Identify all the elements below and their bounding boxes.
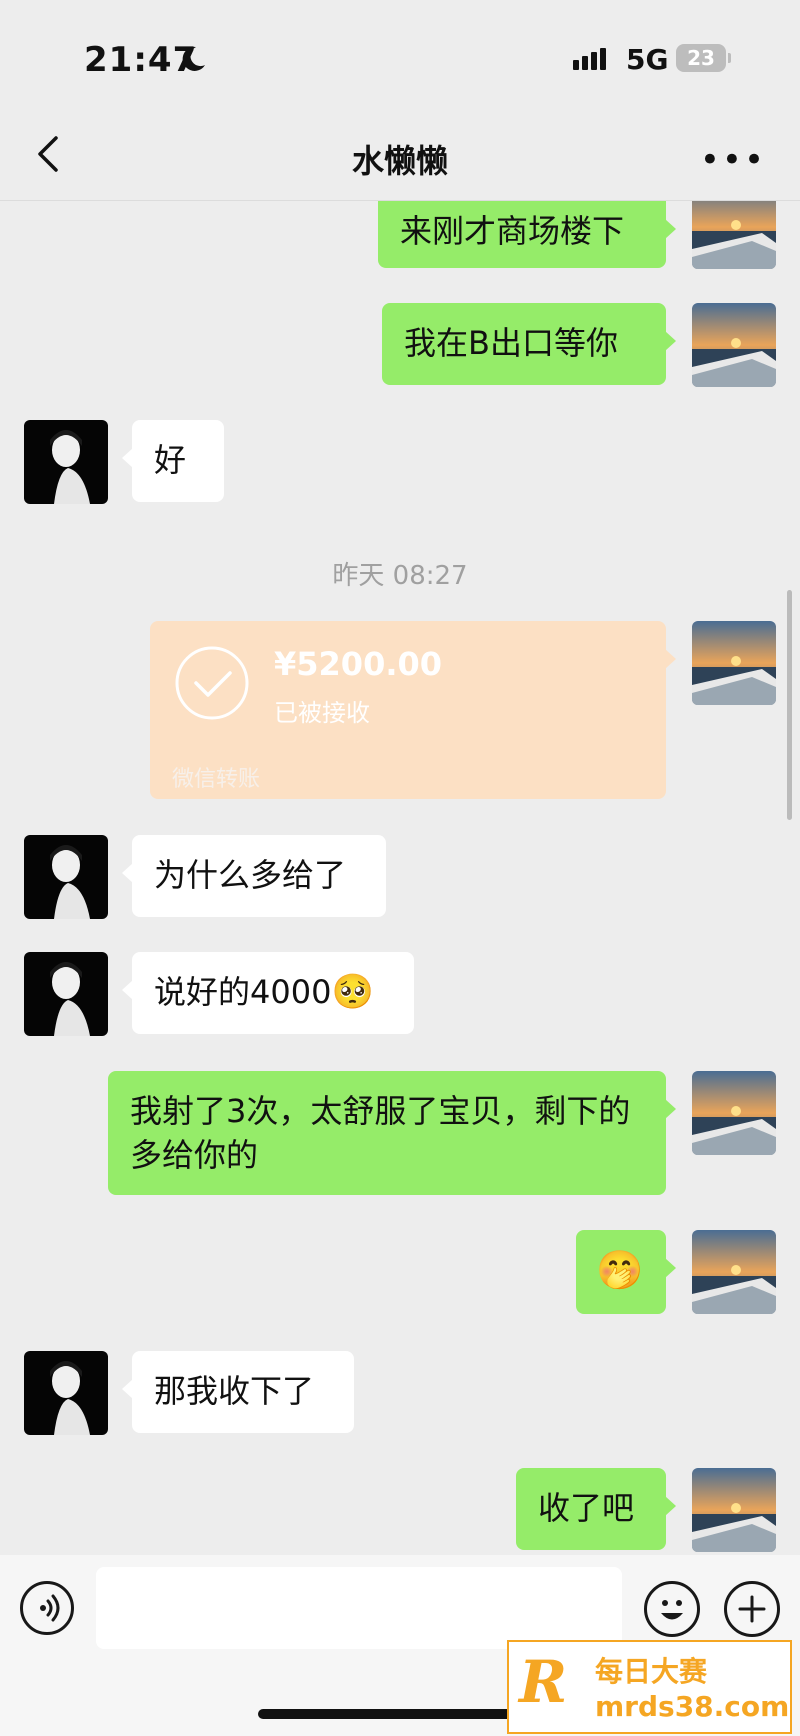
contact-avatar[interactable]: [24, 1351, 108, 1435]
moon-icon: [182, 46, 205, 71]
watermark-logo: R 每日大赛 mrds38.com: [507, 1640, 792, 1734]
watermark-r-logo: R: [519, 1648, 568, 1716]
message-list[interactable]: 来刚才商场楼下 我在B出口等你 好 昨天 08:27 ¥5200.00 已被接收…: [0, 201, 800, 1555]
my-avatar[interactable]: [692, 621, 776, 705]
plus-icon[interactable]: [724, 1581, 780, 1637]
scrollbar[interactable]: [787, 590, 792, 820]
home-indicator: [258, 1709, 542, 1719]
my-avatar[interactable]: [692, 201, 776, 269]
watermark-url: mrds38.com: [595, 1690, 790, 1723]
message-bubble-sent[interactable]: 收了吧: [516, 1468, 676, 1550]
transfer-card[interactable]: ¥5200.00 已被接收 微信转账: [150, 621, 676, 799]
more-icon[interactable]: •••: [700, 140, 766, 180]
my-avatar[interactable]: [692, 1230, 776, 1314]
message-bubble-received[interactable]: 说好的4000🥺: [122, 952, 414, 1034]
check-circle-icon: [175, 646, 249, 720]
contact-avatar[interactable]: [24, 952, 108, 1036]
watermark-brand: 每日大赛: [595, 1655, 708, 1688]
message-timestamp: 昨天 08:27: [332, 561, 468, 591]
contact-avatar[interactable]: [24, 835, 108, 919]
status-bar: 21:47 5G 23: [0, 0, 800, 110]
contact-avatar[interactable]: [24, 420, 108, 504]
message-bubble-sent[interactable]: 我在B出口等你: [382, 303, 676, 385]
message-bubble-received[interactable]: 为什么多给了: [122, 835, 386, 917]
chat-title: 水懒懒: [351, 142, 448, 180]
network-type: 5G: [626, 43, 669, 76]
battery-icon: 23: [676, 44, 731, 72]
transfer-label: 微信转账: [172, 767, 261, 792]
emoji-icon[interactable]: [644, 1581, 700, 1637]
my-avatar[interactable]: [692, 1468, 776, 1552]
transfer-amount: ¥5200.00: [274, 645, 443, 683]
message-bubble-received[interactable]: 那我收下了: [122, 1351, 354, 1433]
voice-icon[interactable]: [20, 1581, 74, 1635]
pleading-face-emoji: 🥺: [331, 972, 374, 1012]
message-bubble-received[interactable]: 好: [122, 420, 224, 502]
signal-icon: [573, 48, 609, 70]
message-bubble-sent[interactable]: 来刚才商场楼下: [378, 201, 676, 268]
hand-over-mouth-emoji: 🤭: [596, 1248, 644, 1292]
message-bubble-sent[interactable]: 🤭: [576, 1230, 676, 1314]
message-input[interactable]: [96, 1567, 622, 1649]
my-avatar[interactable]: [692, 303, 776, 387]
my-avatar[interactable]: [692, 1071, 776, 1155]
transfer-status: 已被接收: [274, 699, 370, 727]
chat-header: 水懒懒 •••: [0, 110, 800, 201]
message-bubble-sent[interactable]: 我射了3次，太舒服了宝贝，剩下的多给你的: [108, 1071, 676, 1195]
